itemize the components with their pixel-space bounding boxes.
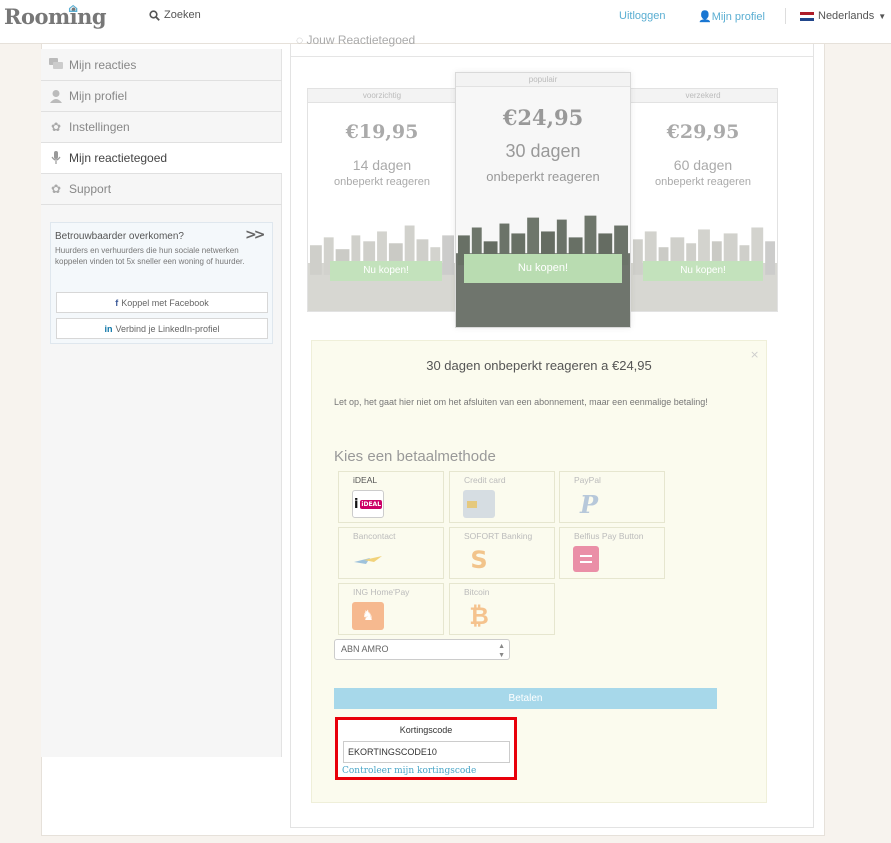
gear-icon: ✿ — [50, 182, 62, 196]
plan-tag: verzekerd — [629, 89, 777, 103]
payment-method-bitcoin[interactable]: Bitcoin ₿ — [449, 583, 555, 635]
coupon-box: Kortingscode Controleer mijn kortingscod… — [335, 717, 517, 780]
linkedin-icon: in — [104, 323, 113, 334]
payment-method-label: SOFORT Banking — [464, 531, 533, 541]
plan-days: 14 dagen — [352, 157, 412, 173]
sidebar-item-reacties[interactable]: Mijn reacties — [41, 50, 282, 81]
payment-note: Let op, het gaat hier niet om het afslui… — [334, 397, 708, 407]
logout-link[interactable]: Uitloggen — [619, 10, 665, 22]
user-icon: 👤 — [698, 11, 712, 23]
panel-heading-text: Jouw Reactietegoed — [306, 33, 416, 47]
plan-days: 30 dagen — [505, 141, 581, 161]
check-coupon-link[interactable]: Controleer mijn kortingscode — [342, 766, 476, 776]
social-promo-box: Betrouwbaarder overkomen? >> Huurders en… — [50, 222, 273, 344]
search-label: Zoeken — [164, 9, 201, 21]
gear-icon: ✿ — [50, 120, 62, 134]
payment-method-paypal[interactable]: PayPal P — [559, 471, 665, 523]
sidebar-item-label: Mijn reacties — [69, 58, 137, 72]
search-icon — [149, 9, 160, 21]
sidebar-item-reactietegoed[interactable]: Mijn reactietegoed — [41, 143, 282, 174]
payment-method-belfius[interactable]: Belfius Pay Button — [559, 527, 665, 579]
payment-method-label: Bancontact — [353, 531, 396, 541]
linkedin-connect-button[interactable]: in Verbind je LinkedIn-profiel — [56, 318, 268, 339]
double-chevron-right-icon[interactable]: >> — [245, 227, 266, 243]
sidebar-item-label: Mijn reactietegoed — [69, 151, 168, 165]
dutch-flag-icon — [800, 11, 814, 21]
payment-method-credit-card[interactable]: Credit card — [449, 471, 555, 523]
plan-card-populair: populair €24,95 30 dagen onbeperkt reage… — [455, 72, 631, 328]
plan-subtitle: onbeperkt reageren — [654, 176, 751, 188]
plan-card-verzekerd: verzekerd €29,95 60 dagen onbeperkt reag… — [628, 88, 778, 312]
paypal-icon: P — [579, 489, 599, 519]
divider — [785, 8, 786, 24]
language-dropdown[interactable]: Nederlands ▼ — [800, 10, 886, 22]
sidebar-item-profiel[interactable]: Mijn profiel — [41, 81, 282, 112]
sidebar-item-support[interactable]: ✿ Support — [41, 174, 282, 205]
panel-heading: ◌ Jouw Reactietegoed — [296, 33, 415, 47]
belfius-icon — [573, 546, 599, 572]
caret-down-icon: ▼ — [878, 11, 887, 21]
payment-method-ideal[interactable]: iDEAL i iDEAL — [338, 471, 444, 523]
credit-card-icon — [463, 490, 495, 518]
sidebar-item-instellingen[interactable]: ✿ Instellingen — [41, 112, 282, 143]
payment-method-heading: Kies een betaalmethode — [334, 448, 496, 465]
top-navbar: Rooming ⌂ Zoeken Uitloggen 👤Mijn profiel… — [0, 0, 891, 44]
payment-method-label: Bitcoin — [464, 587, 490, 597]
plan-days: 60 dagen — [673, 157, 733, 173]
facebook-connect-button[interactable]: f Koppel met Facebook — [56, 292, 268, 313]
buy-now-button[interactable]: Nu kopen! — [330, 261, 442, 281]
plan-price: €29,95 — [666, 121, 740, 143]
facebook-icon: f — [115, 297, 119, 308]
sidebar-item-label: Instellingen — [69, 120, 130, 134]
bancontact-icon — [352, 546, 384, 574]
logo-text: Rooming — [4, 4, 107, 29]
house-roof-icon: ⌂ — [68, 1, 78, 15]
payment-method-label: Belfius Pay Button — [574, 531, 644, 541]
payment-method-label: ING Home'Pay — [353, 587, 410, 597]
divider — [291, 56, 813, 57]
sofort-icon: S — [470, 546, 488, 574]
language-label: Nederlands — [818, 10, 875, 22]
rooming-logo[interactable]: Rooming ⌂ — [4, 1, 107, 29]
payment-method-ing[interactable]: ING Home'Pay ♞ — [338, 583, 444, 635]
profile-link-label: Mijn profiel — [711, 11, 765, 23]
sidebar: Mijn reacties Mijn profiel ✿ Instellinge… — [41, 49, 282, 757]
user-icon — [49, 89, 63, 103]
pay-button[interactable]: Betalen — [334, 688, 717, 709]
linkedin-button-label: Verbind je LinkedIn-profiel — [115, 323, 220, 334]
coupon-input[interactable] — [343, 741, 510, 763]
buy-now-button[interactable]: Nu kopen! — [643, 261, 763, 281]
payment-method-label: Credit card — [464, 475, 506, 485]
ing-icon: ♞ — [352, 602, 384, 630]
promo-text: Huurders en verhuurders die hun sociale … — [55, 246, 245, 266]
payment-method-bancontact[interactable]: Bancontact — [338, 527, 444, 579]
profile-link[interactable]: 👤Mijn profiel — [698, 10, 765, 23]
plan-subtitle: onbeperkt reageren — [486, 169, 600, 184]
payment-method-label: iDEAL — [353, 475, 378, 485]
chat-icon — [49, 58, 63, 72]
coin-icon: ◌ — [296, 33, 304, 47]
search-link[interactable]: Zoeken — [149, 9, 201, 21]
plan-card-voorzichtig: voorzichtig €19,95 14 dagen onbeperkt re… — [307, 88, 457, 312]
plan-tag: voorzichtig — [308, 89, 456, 103]
plan-price: €24,95 — [502, 105, 584, 130]
payment-method-sofort[interactable]: SOFORT Banking S — [449, 527, 555, 579]
sidebar-item-label: Support — [69, 182, 112, 196]
microphone-icon — [49, 151, 63, 165]
promo-title: Betrouwbaarder overkomen? — [55, 231, 184, 242]
payment-title: 30 dagen onbeperkt reageren a €24,95 — [426, 358, 652, 373]
plan-price: €19,95 — [345, 121, 419, 143]
buy-now-button[interactable]: Nu kopen! — [464, 254, 622, 283]
coupon-label: Kortingscode — [399, 725, 453, 735]
sidebar-item-label: Mijn profiel — [69, 89, 128, 103]
plan-subtitle: onbeperkt reageren — [333, 176, 430, 188]
ideal-icon: i iDEAL — [352, 490, 384, 518]
plan-tag: populair — [456, 73, 630, 87]
bitcoin-icon: ₿ — [469, 601, 489, 630]
payment-method-label: PayPal — [574, 475, 601, 485]
select-arrows-icon: ▲ ▼ — [498, 643, 505, 659]
bank-select-value: ABN AMRO — [341, 644, 389, 654]
facebook-button-label: Koppel met Facebook — [121, 297, 209, 308]
bank-select[interactable]: ABN AMRO ▲ ▼ — [334, 639, 510, 660]
